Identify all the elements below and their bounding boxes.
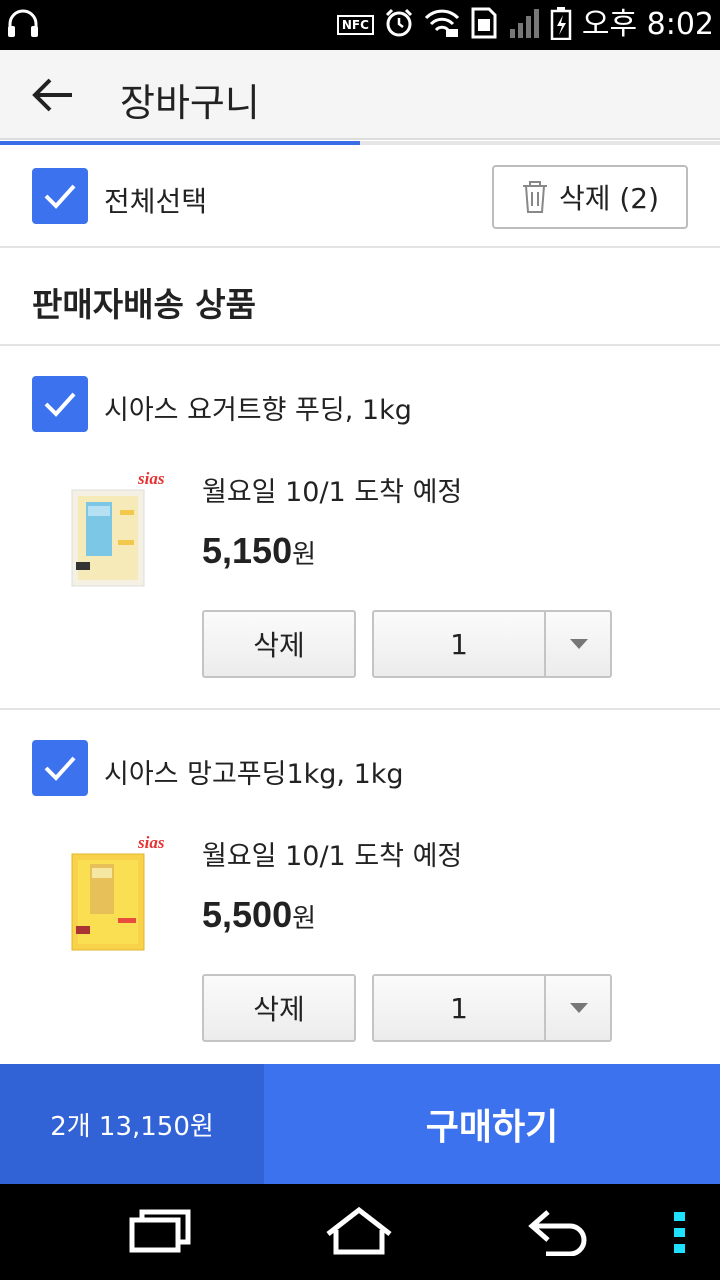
check-icon (44, 756, 76, 781)
product-image[interactable]: sias (70, 469, 180, 590)
quantity-select[interactable]: 1 (372, 610, 612, 678)
sim-icon (470, 6, 498, 44)
item-name: 시아스 망고푸딩1kg, 1kg (104, 759, 404, 790)
item-checkbox[interactable] (32, 740, 88, 796)
order-summary: 2개 13,150원 (0, 1064, 264, 1184)
item-delete-button[interactable]: 삭제 (202, 974, 356, 1042)
delete-selected-button[interactable]: 삭제 (2) (492, 165, 688, 229)
delete-selected-label: 삭제 (2) (558, 182, 660, 215)
quantity-value: 1 (374, 612, 546, 676)
headset-icon (6, 8, 40, 44)
select-all-row: 전체선택 삭제 (2) (0, 146, 720, 248)
price-currency: 원 (292, 903, 317, 933)
brand-logo: sias (137, 834, 165, 852)
delivery-date: 월요일 10/1 도착 예정 (202, 477, 463, 508)
section-header: 판매자배송 상품 (0, 250, 720, 346)
alarm-icon (384, 8, 414, 42)
progress-bar (0, 141, 720, 145)
battery-icon (550, 6, 572, 44)
check-icon (44, 392, 76, 417)
item-name: 시아스 요거트향 푸딩, 1kg (104, 395, 412, 426)
check-icon (44, 184, 76, 209)
select-all-checkbox[interactable] (32, 168, 88, 224)
delivery-date: 월요일 10/1 도착 예정 (202, 841, 463, 872)
price-currency: 원 (292, 539, 317, 569)
screen: NFC 오후 8:02 장바구니 전체선택 삭제 (2) 판매자배송 상품 시아… (0, 0, 720, 1280)
progress-fill (0, 141, 360, 145)
quantity-value: 1 (374, 976, 546, 1040)
page-title: 장바구니 (120, 81, 260, 125)
back-icon[interactable] (526, 1206, 592, 1260)
item-checkbox[interactable] (32, 376, 88, 432)
item-delete-button[interactable]: 삭제 (202, 610, 356, 678)
purchase-bar: 2개 13,150원 구매하기 (0, 1064, 720, 1184)
cart-item: 시아스 망고푸딩1kg, 1kg sias 월요일 10/1 도착 예정 5,5… (0, 710, 720, 1074)
wifi-icon (424, 8, 460, 42)
cart-item: 시아스 요거트향 푸딩, 1kg sias 월요일 10/1 도착 예정 5,1… (0, 346, 720, 710)
section-title: 판매자배송 상품 (32, 285, 257, 324)
system-nav-bar (0, 1184, 720, 1280)
arrow-left-icon[interactable] (24, 70, 88, 120)
chevron-down-icon (570, 1003, 588, 1013)
clock: 오후 8:02 (581, 7, 714, 42)
nfc-icon: NFC (336, 15, 374, 35)
signal-icon (508, 7, 540, 43)
brand-logo: sias (137, 470, 165, 488)
select-all-label: 전체선택 (104, 185, 208, 218)
app-bar: 장바구니 (0, 50, 720, 140)
item-price: 5,150원 (202, 530, 316, 572)
home-icon[interactable] (324, 1206, 394, 1260)
menu-icon[interactable] (672, 1206, 688, 1260)
chevron-down-icon (570, 639, 588, 649)
product-image[interactable]: sias (70, 833, 180, 954)
item-price: 5,500원 (202, 894, 316, 936)
price-value: 5,500 (202, 894, 293, 935)
quantity-select[interactable]: 1 (372, 974, 612, 1042)
status-bar: NFC 오후 8:02 (0, 0, 720, 50)
price-value: 5,150 (202, 530, 293, 571)
trash-icon (522, 181, 547, 213)
recent-apps-icon[interactable] (128, 1206, 192, 1260)
buy-button[interactable]: 구매하기 (264, 1064, 720, 1184)
